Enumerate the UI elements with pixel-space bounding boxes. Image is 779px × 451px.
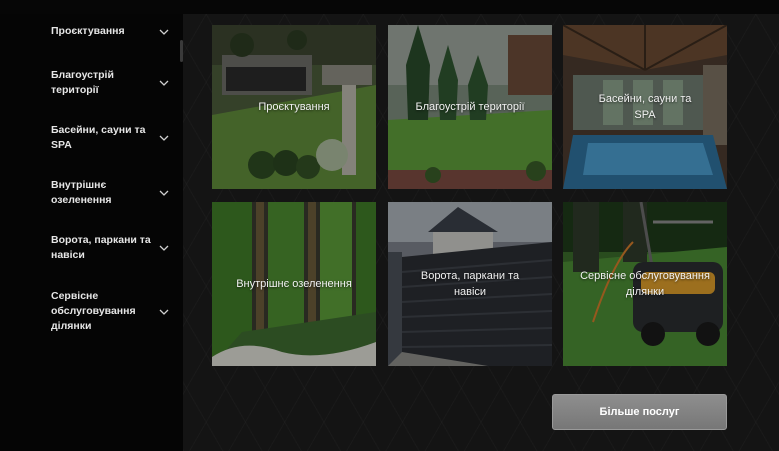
sidebar-item-label: Сервісне обслуговування ділянки [51, 290, 136, 332]
sidebar-item-service[interactable]: Сервісне обслуговування ділянки [51, 289, 169, 334]
sidebar-item-label: Басейни, сауни та SPA [51, 124, 146, 151]
service-card-landscaping[interactable]: Благоустрій території [388, 25, 552, 189]
sidebar-item-label: Проєктування [51, 25, 125, 37]
chevron-down-icon [159, 133, 169, 143]
sidebar-item-design[interactable]: Проєктування [51, 24, 169, 39]
chevron-down-icon [159, 307, 169, 317]
service-card-design[interactable]: Проєктування [212, 25, 376, 189]
sidebar-item-gates[interactable]: Ворота, паркани та навіси [51, 233, 169, 263]
service-card-indoor-greening[interactable]: Внутрішнє озеленення [212, 202, 376, 366]
sidebar-item-landscaping[interactable]: Благоустрій території [51, 68, 169, 98]
service-card-title: Проєктування [258, 101, 330, 113]
more-services-button[interactable]: Більше послуг [552, 394, 727, 430]
service-card-title: Басейни, сауни та SPA [598, 93, 692, 121]
chevron-down-icon [159, 243, 169, 253]
sidebar-item-pools[interactable]: Басейни, сауни та SPA [51, 123, 169, 153]
sidebar-item-indoor-greening[interactable]: Внутрішнє озеленення [51, 178, 169, 208]
service-card-maintenance[interactable]: Сервісне обслуговування ділянки [563, 202, 727, 366]
service-card-title: Благоустрій території [415, 101, 525, 113]
sidebar-item-label: Благоустрій території [51, 69, 114, 96]
services-sidebar: Проєктування Благоустрій території Басей… [0, 14, 183, 451]
sidebar-item-label: Внутрішнє озеленення [51, 179, 112, 206]
top-bar [0, 0, 779, 14]
service-card-gates[interactable]: Ворота, паркани та навіси [388, 202, 552, 366]
service-card-title: Сервісне обслуговування ділянки [580, 270, 710, 298]
chevron-down-icon [159, 188, 169, 198]
service-card-title: Ворота, паркани та навіси [420, 270, 520, 298]
chevron-down-icon [159, 78, 169, 88]
sidebar-item-label: Ворота, паркани та навіси [51, 234, 151, 261]
chevron-down-icon [159, 27, 169, 37]
service-card-pools[interactable]: Басейни, сауни та SPA [563, 25, 727, 189]
service-card-title: Внутрішнє озеленення [236, 278, 352, 290]
